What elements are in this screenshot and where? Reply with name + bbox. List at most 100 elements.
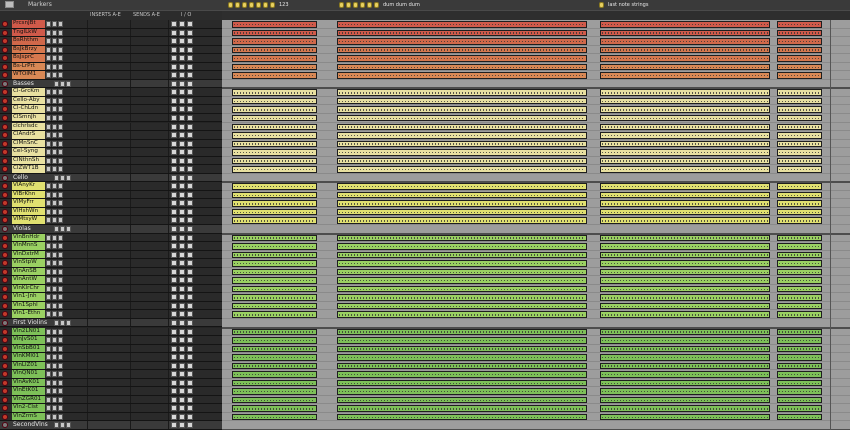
record-enable-icon[interactable] <box>2 422 8 429</box>
output-selector-button[interactable] <box>179 354 185 361</box>
output-selector-button[interactable] <box>179 243 185 250</box>
sends-slot[interactable] <box>130 336 169 344</box>
record-enable-icon[interactable] <box>2 277 8 284</box>
audio-clip[interactable] <box>337 260 587 267</box>
input-monitor-button[interactable] <box>54 422 59 429</box>
mute-button[interactable] <box>58 337 63 344</box>
audio-clip[interactable] <box>600 243 770 250</box>
track-name[interactable]: VlnKMl01 <box>12 353 45 361</box>
record-enable-icon[interactable] <box>2 114 8 121</box>
audio-clip[interactable] <box>600 29 770 37</box>
audio-clip[interactable] <box>337 29 587 37</box>
sends-slot[interactable] <box>130 165 169 173</box>
track-name[interactable]: Basses <box>12 80 53 88</box>
input-selector-button[interactable] <box>171 294 177 301</box>
sends-slot[interactable] <box>130 216 169 224</box>
output-selector-button[interactable] <box>179 234 185 241</box>
audio-clip[interactable] <box>337 166 587 173</box>
input-monitor-button[interactable] <box>46 217 51 224</box>
output-selector-button[interactable] <box>179 251 185 258</box>
output-selector-button[interactable] <box>179 157 185 164</box>
input-selector-button[interactable] <box>171 362 177 369</box>
input-monitor-button[interactable] <box>46 260 51 267</box>
automation-mode-button[interactable] <box>187 55 193 62</box>
automation-mode-button[interactable] <box>187 80 193 87</box>
sends-slot[interactable] <box>130 139 169 148</box>
output-selector-button[interactable] <box>179 319 185 326</box>
record-enable-icon[interactable] <box>2 200 8 207</box>
input-monitor-button[interactable] <box>46 234 51 241</box>
output-selector-button[interactable] <box>179 123 185 130</box>
output-selector-button[interactable] <box>179 302 185 309</box>
solo-button[interactable] <box>52 405 57 412</box>
automation-mode-button[interactable] <box>187 396 193 403</box>
input-monitor-button[interactable] <box>46 63 51 70</box>
input-monitor-button[interactable] <box>46 388 51 395</box>
solo-button[interactable] <box>52 21 57 27</box>
output-selector-button[interactable] <box>179 379 185 386</box>
inserts-slot[interactable] <box>87 344 128 353</box>
inserts-slot[interactable] <box>87 182 128 190</box>
sends-slot[interactable] <box>130 318 169 327</box>
sends-slot[interactable] <box>130 259 169 267</box>
input-selector-button[interactable] <box>171 132 177 139</box>
output-selector-button[interactable] <box>179 413 185 420</box>
mute-button[interactable] <box>58 311 63 318</box>
track-row[interactable]: VlnAntW <box>0 276 222 285</box>
track-row[interactable]: Bs-LrPrt <box>0 62 222 72</box>
audio-clip[interactable] <box>777 106 822 113</box>
mute-button[interactable] <box>58 277 63 284</box>
input-monitor-button[interactable] <box>46 251 51 258</box>
inserts-slot[interactable] <box>87 327 128 336</box>
input-selector-button[interactable] <box>171 396 177 403</box>
record-enable-icon[interactable] <box>2 174 8 181</box>
sends-slot[interactable] <box>130 421 169 429</box>
input-monitor-button[interactable] <box>46 345 51 352</box>
sends-slot[interactable] <box>130 182 169 190</box>
audio-clip[interactable] <box>777 114 822 122</box>
record-enable-icon[interactable] <box>2 260 8 267</box>
sends-slot[interactable] <box>130 293 169 301</box>
inserts-slot[interactable] <box>87 79 128 88</box>
track-row[interactable]: ClZWT1B <box>0 165 222 174</box>
audio-clip[interactable] <box>232 354 317 361</box>
audio-clip[interactable] <box>337 243 587 250</box>
inserts-slot[interactable] <box>87 88 128 96</box>
output-selector-button[interactable] <box>179 183 185 190</box>
audio-clip[interactable] <box>600 362 770 370</box>
input-selector-button[interactable] <box>171 72 177 79</box>
track-row[interactable]: VlnZrmS <box>0 412 222 422</box>
input-monitor-button[interactable] <box>46 311 51 318</box>
track-row[interactable]: Cello-Aby <box>0 96 222 106</box>
audio-clip[interactable] <box>232 268 317 276</box>
record-enable-icon[interactable] <box>2 396 8 403</box>
audio-clip[interactable] <box>337 311 587 318</box>
record-enable-icon[interactable] <box>2 132 8 139</box>
automation-mode-button[interactable] <box>187 132 193 139</box>
record-enable-icon[interactable] <box>2 268 8 275</box>
audio-clip[interactable] <box>600 217 770 224</box>
sends-slot[interactable] <box>130 105 169 113</box>
inserts-slot[interactable] <box>87 293 128 301</box>
track-name[interactable]: VlnJvS01 <box>12 336 45 344</box>
solo-button[interactable] <box>52 251 57 258</box>
sends-slot[interactable] <box>130 20 169 28</box>
audio-clip[interactable] <box>337 200 587 207</box>
record-enable-icon[interactable] <box>2 302 8 309</box>
audio-clip[interactable] <box>600 208 770 216</box>
record-enable-icon[interactable] <box>2 251 8 258</box>
solo-button[interactable] <box>52 302 57 309</box>
inserts-slot[interactable] <box>87 225 128 233</box>
inserts-slot[interactable] <box>87 37 128 45</box>
audio-clip[interactable] <box>777 311 822 318</box>
audio-clip[interactable] <box>600 371 770 378</box>
audio-clip[interactable] <box>777 157 822 165</box>
input-monitor-button[interactable] <box>46 183 51 190</box>
track-row[interactable]: VlnBnHdr <box>0 233 222 243</box>
record-enable-icon[interactable] <box>2 149 8 156</box>
automation-mode-button[interactable] <box>187 234 193 241</box>
audio-clip[interactable] <box>777 405 822 412</box>
output-selector-button[interactable] <box>179 371 185 378</box>
input-selector-button[interactable] <box>171 55 177 62</box>
track-row[interactable]: VlnJvS01 <box>0 336 222 345</box>
